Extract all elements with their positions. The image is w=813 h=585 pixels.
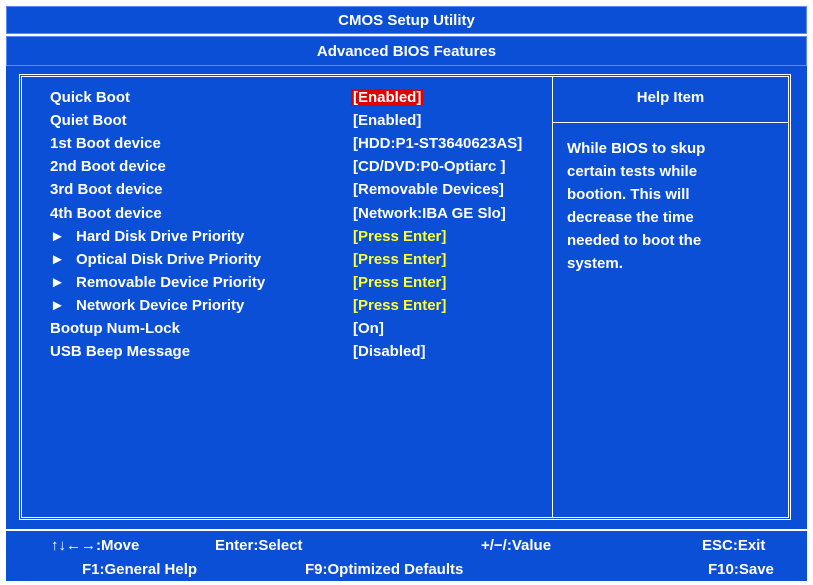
setting-label-text: Network Device Priority — [76, 296, 245, 314]
help-title: Help Item — [636, 89, 705, 106]
setting-row[interactable]: ► Removable Device Priority [Press Enter] — [50, 274, 550, 297]
setting-value[interactable]: [Enabled] — [351, 112, 423, 129]
setting-label: 2nd Boot device — [50, 158, 166, 175]
setting-value[interactable]: [Removable Devices] — [351, 181, 506, 198]
setting-label: Quick Boot — [50, 89, 130, 106]
setting-label: ► Hard Disk Drive Priority — [50, 228, 244, 245]
setting-label-text: 2nd Boot device — [50, 158, 166, 176]
help-text: While BIOS to skup certain tests while b… — [567, 140, 706, 272]
setting-label-text: USB Beep Message — [50, 343, 191, 361]
page-title: Advanced BIOS Features — [316, 42, 497, 60]
setting-label-text: 4th Boot device — [50, 204, 162, 222]
help-divider — [552, 77, 553, 517]
setting-label: USB Beep Message — [50, 343, 190, 360]
help-title-divider — [552, 122, 788, 123]
app-title: CMOS Setup Utility — [338, 11, 475, 29]
setting-value[interactable]: [Press Enter] — [351, 274, 448, 291]
setting-row[interactable]: USB Beep Message [Disabled] — [50, 343, 550, 366]
setting-value[interactable]: [HDD:P1-ST3640623AS] — [351, 135, 524, 152]
setting-label-text: 1st Boot device — [50, 135, 161, 153]
value-hint: +/−/:Value — [481, 537, 552, 554]
save-hint: F10:Save — [708, 561, 774, 578]
key-legend: ↑↓←→:Move Enter:Select +/−/:Value ESC:Ex… — [6, 531, 807, 581]
setting-label: 4th Boot device — [50, 205, 162, 222]
move-hint: ↑↓←→:Move — [51, 537, 140, 554]
setting-value[interactable]: [Disabled] — [351, 343, 428, 360]
setting-label-text: Hard Disk Drive Priority — [76, 227, 245, 245]
setting-row[interactable]: ► Hard Disk Drive Priority [Press Enter] — [50, 228, 550, 251]
bios-screen: CMOS Setup Utility Advanced BIOS Feature… — [0, 0, 813, 585]
setting-row[interactable]: Quiet Boot [Enabled] — [50, 112, 550, 135]
setting-row[interactable]: Quick Boot [Enabled] — [50, 89, 550, 112]
setting-label: ► Optical Disk Drive Priority — [50, 251, 261, 268]
setting-label-text: Quiet Boot — [50, 112, 127, 130]
settings-frame: Quick Boot [Enabled] Quiet Boot [Enabled] 1s… — [19, 74, 791, 520]
setting-value[interactable]: [On] — [351, 320, 386, 337]
submenu-arrow-icon: ► — [50, 273, 65, 291]
exit-hint: ESC:Exit — [702, 537, 766, 554]
setting-row[interactable]: 4th Boot device [Network:IBA GE Slo] — [50, 205, 550, 228]
page-title-bar: Advanced BIOS Features — [6, 36, 807, 66]
setting-row[interactable]: 2nd Boot device [CD/DVD:P0-Optiarc ] — [50, 158, 550, 181]
setting-label-text: Optical Disk Drive Priority — [76, 250, 262, 268]
setting-row[interactable]: ► Optical Disk Drive Priority [Press Enter… — [50, 251, 550, 274]
submenu-arrow-icon: ► — [50, 296, 65, 314]
setting-label-text: Bootup Num-Lock — [50, 320, 180, 337]
setting-row[interactable]: Bootup Num-Lock [On] — [50, 320, 550, 343]
submenu-arrow-icon: ► — [50, 250, 65, 268]
setting-row[interactable]: 3rd Boot device [Removable Devices] — [50, 181, 550, 204]
optimized-defaults-hint: F9:Optimized Defaults — [305, 561, 464, 578]
setting-label: 3rd Boot device — [50, 181, 163, 198]
setting-value[interactable]: [Press Enter] — [351, 297, 448, 314]
setting-label: ► Network Device Priority — [50, 297, 244, 314]
setting-label-text: 3rd Boot device — [50, 181, 163, 199]
select-hint: Enter:Select — [215, 537, 303, 554]
submenu-arrow-icon: ► — [50, 227, 65, 245]
general-help-hint: F1:General Help — [82, 561, 198, 578]
title-bar: CMOS Setup Utility — [6, 6, 807, 34]
setting-label: Quiet Boot — [50, 112, 127, 129]
setting-value[interactable]: [Network:IBA GE Slo] — [351, 205, 508, 222]
setting-label: Bootup Num-Lock — [50, 320, 180, 337]
setting-value[interactable]: [CD/DVD:P0-Optiarc ] — [351, 158, 508, 175]
main-panel: Quick Boot [Enabled] Quiet Boot [Enabled] 1s… — [6, 66, 807, 529]
setting-label-text: Removable Device Priority — [76, 273, 266, 291]
setting-label-text: Quick Boot — [50, 89, 131, 106]
setting-label: 1st Boot device — [50, 135, 161, 152]
setting-value[interactable]: [Press Enter] — [351, 228, 448, 245]
setting-value-selected[interactable]: [Enabled] — [351, 89, 424, 106]
setting-row[interactable]: 1st Boot device [HDD:P1-ST3640623AS] — [50, 135, 550, 158]
setting-value[interactable]: [Press Enter] — [351, 251, 448, 268]
setting-label: ► Removable Device Priority — [50, 274, 265, 291]
setting-row[interactable]: ► Network Device Priority [Press Enter] — [50, 297, 550, 320]
